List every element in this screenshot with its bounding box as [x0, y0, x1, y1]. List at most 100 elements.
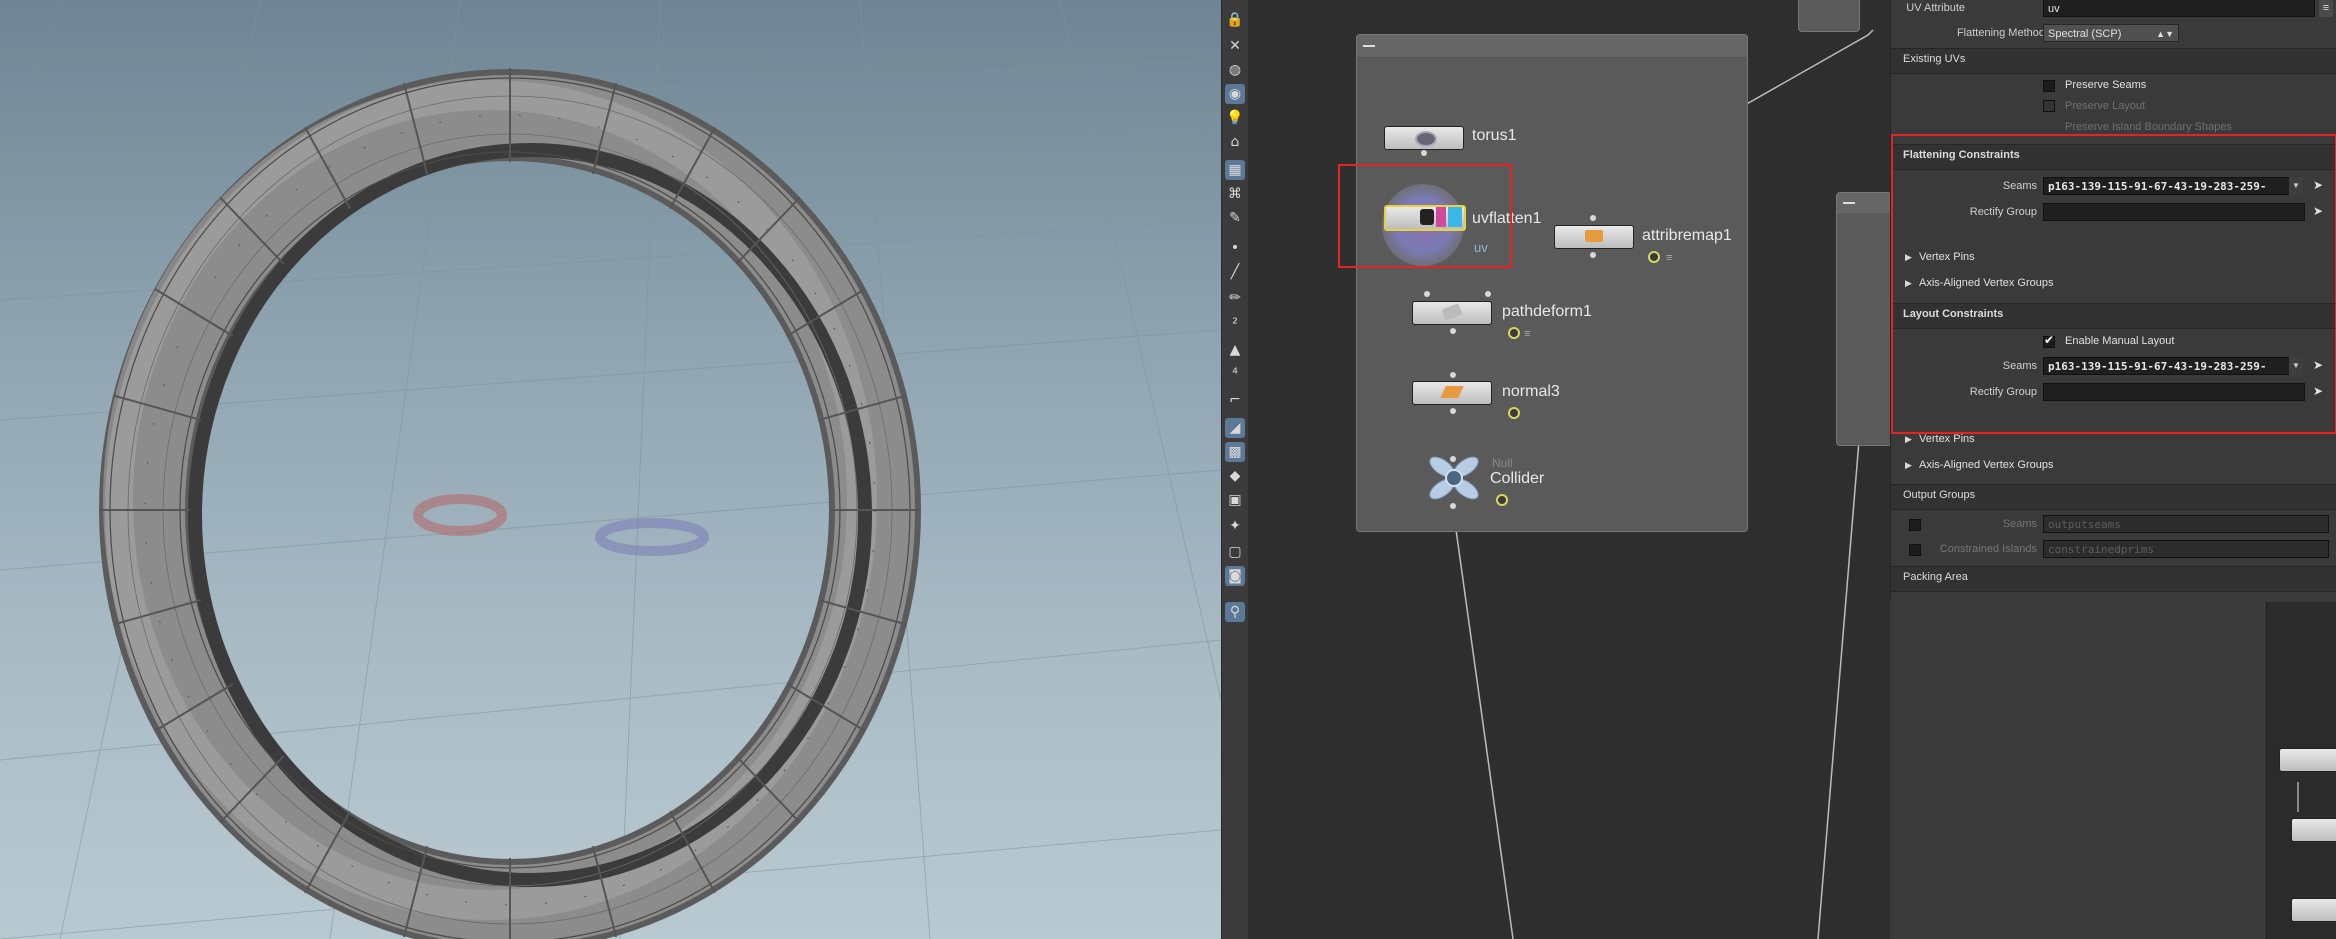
uvflatten-highlight-box — [1338, 164, 1512, 268]
partial-box-header — [1837, 193, 1890, 213]
attribremap1-input-port[interactable] — [1590, 215, 1596, 221]
measure-icon[interactable]: ⁴ — [1225, 364, 1245, 384]
collider-info-flag[interactable] — [1496, 494, 1508, 506]
existing-uvs-title: Existing UVs — [1903, 53, 1966, 65]
output-seams-checkbox[interactable] — [1909, 519, 1921, 531]
packing-area-header[interactable]: Packing Area — [1891, 566, 2336, 592]
lc-axis-aligned-label[interactable]: Axis-Aligned Vertex Groups — [1919, 458, 2054, 472]
flattening-method-row: Flattening Method Spectral (SCP) ▲▼ — [1891, 22, 2336, 44]
dropdown-arrows-icon: ▲▼ — [2156, 29, 2174, 39]
sphere-icon[interactable]: ◍ — [1225, 60, 1245, 80]
pin-icon[interactable]: ✦ — [1225, 516, 1245, 536]
3d-viewport[interactable] — [0, 0, 1221, 939]
node-label-torus1: torus1 — [1472, 127, 1517, 144]
viewport-scene — [0, 0, 1221, 939]
uv-attribute-row: UV Attribute uv ≡ — [1891, 0, 2336, 19]
output-groups-header[interactable]: Output Groups — [1891, 484, 2336, 510]
network-box[interactable] — [1356, 34, 1748, 532]
normal3-output-port[interactable] — [1450, 408, 1456, 414]
pen-icon[interactable]: ✏ — [1225, 288, 1245, 308]
node-collider[interactable] — [1426, 455, 1482, 501]
pathdeform1-info-flag[interactable] — [1508, 327, 1520, 339]
number-icon[interactable]: ² — [1225, 314, 1245, 334]
output-seams-field[interactable]: outputseams — [2043, 515, 2329, 533]
torus1-output-port[interactable] — [1421, 150, 1427, 156]
pathdeform1-input-port-a[interactable] — [1424, 291, 1430, 297]
snap-icon[interactable]: ⌘ — [1225, 184, 1245, 204]
constraints-highlight-box — [1891, 134, 2336, 434]
uv-attribute-menu-button[interactable]: ≡ — [2319, 0, 2333, 17]
uv-attribute-field[interactable]: uv — [2043, 0, 2315, 17]
edge-icon[interactable]: ╱ — [1225, 262, 1245, 282]
pathdeform-node-icon — [1441, 303, 1463, 321]
node-label-attribremap1: attribremap1 — [1642, 227, 1732, 244]
null-node-icon — [1429, 456, 1479, 500]
partial-node-c[interactable] — [2291, 898, 2336, 922]
collider-output-port[interactable] — [1450, 503, 1456, 509]
partial-network-box[interactable] — [1836, 192, 1890, 446]
preserve-seams-checkbox[interactable] — [2043, 80, 2055, 92]
lc-vertex-pins-expand-icon[interactable]: ▶ — [1905, 434, 1912, 445]
constrained-islands-field[interactable]: constrainedprims — [2043, 540, 2329, 558]
display-icon[interactable]: ▢ — [1225, 542, 1245, 562]
lc-axis-aligned-expand-icon[interactable]: ▶ — [1905, 460, 1912, 471]
existing-uvs-header[interactable]: Existing UVs — [1891, 48, 2336, 74]
torus-node-icon — [1415, 131, 1437, 147]
normal3-input-port[interactable] — [1450, 372, 1456, 378]
node-label-pathdeform1: pathdeform1 — [1502, 303, 1592, 320]
pathdeform1-input-port-b[interactable] — [1485, 291, 1491, 297]
brush-icon[interactable]: ✎ — [1225, 208, 1245, 228]
preserve-layout-label: Preserve Layout — [2065, 100, 2146, 112]
partial-node-a[interactable] — [2279, 748, 2336, 772]
point-icon[interactable]: • — [1225, 238, 1245, 258]
preserve-island-label: Preserve Island Boundary Shapes — [2065, 121, 2232, 133]
collapse-icon[interactable] — [1363, 45, 1375, 47]
constrained-islands-checkbox[interactable] — [1909, 544, 1921, 556]
comment-icon: ≡ — [1666, 252, 1673, 264]
normal3-info-flag[interactable] — [1508, 407, 1520, 419]
preserve-seams-label: Preserve Seams — [2065, 79, 2147, 91]
lock-icon[interactable]: 🔒 — [1225, 10, 1245, 30]
pathdeform1-output-port[interactable] — [1450, 328, 1456, 334]
map-pin-icon[interactable]: ⚲ — [1225, 602, 1245, 622]
node-normal3[interactable] — [1412, 381, 1492, 405]
camera-icon[interactable]: ⌂ — [1225, 132, 1245, 152]
node-attribremap1[interactable] — [1554, 225, 1634, 249]
floor-decal-blue — [595, 518, 709, 556]
network-box-header[interactable] — [1357, 35, 1747, 58]
network-editor[interactable]: torus1 uvflatten1 uv attribremap1 ≡ path… — [1248, 0, 1890, 939]
partial-node-b[interactable] — [2291, 818, 2336, 842]
collapse-icon[interactable] — [1843, 202, 1855, 204]
packing-area-title: Packing Area — [1903, 571, 1968, 583]
preserve-layout-checkbox[interactable] — [2043, 100, 2055, 112]
lc-vertex-pins-label[interactable]: Vertex Pins — [1919, 432, 1975, 446]
uv-attribute-label: UV Attribute — [1906, 2, 1965, 14]
attribremap-node-icon — [1585, 230, 1603, 242]
node-pathdeform1[interactable] — [1412, 301, 1492, 325]
camera-icon[interactable]: ◙ — [1225, 566, 1245, 586]
tool-shelf: 🔒 ✕ ◍ ◉ 💡 ⌂ ▦ ⌘ ✎ • ╱ ✏ ² ▲ ⁴ ⌐ ◢ ▩ ◆ ▣ … — [1221, 0, 1250, 939]
light-icon[interactable]: 💡 — [1225, 108, 1245, 128]
partial-wire — [2297, 782, 2299, 812]
ruler-icon[interactable]: ⌐ — [1225, 390, 1245, 410]
normal-node-icon — [1440, 386, 1464, 398]
wire-collider-down — [1452, 507, 1514, 939]
partial-node-top[interactable] — [1798, 0, 1860, 32]
cube-icon[interactable]: ▩ — [1225, 442, 1245, 462]
view-icon[interactable]: ◢ — [1225, 418, 1245, 438]
collider-input-port[interactable] — [1450, 456, 1456, 462]
close-icon[interactable]: ✕ — [1225, 36, 1245, 56]
flattening-method-dropdown[interactable]: Spectral (SCP) ▲▼ — [2043, 24, 2179, 42]
attribremap1-info-flag[interactable] — [1648, 251, 1660, 263]
output-seams-label: Seams — [2002, 518, 2037, 530]
flattening-method-label: Flattening Method — [1956, 27, 2045, 39]
paint-icon[interactable]: ▲ — [1225, 340, 1245, 360]
texture-icon[interactable]: ◆ — [1225, 466, 1245, 486]
attribremap1-output-port[interactable] — [1590, 252, 1596, 258]
flattening-method-value: Spectral (SCP) — [2048, 28, 2122, 40]
secondary-network-pane[interactable] — [2264, 602, 2336, 939]
box-icon[interactable]: ▣ — [1225, 490, 1245, 510]
node-torus1[interactable] — [1384, 126, 1464, 150]
grid-icon[interactable]: ▦ — [1225, 160, 1245, 180]
handle-icon[interactable]: ◉ — [1225, 84, 1245, 104]
